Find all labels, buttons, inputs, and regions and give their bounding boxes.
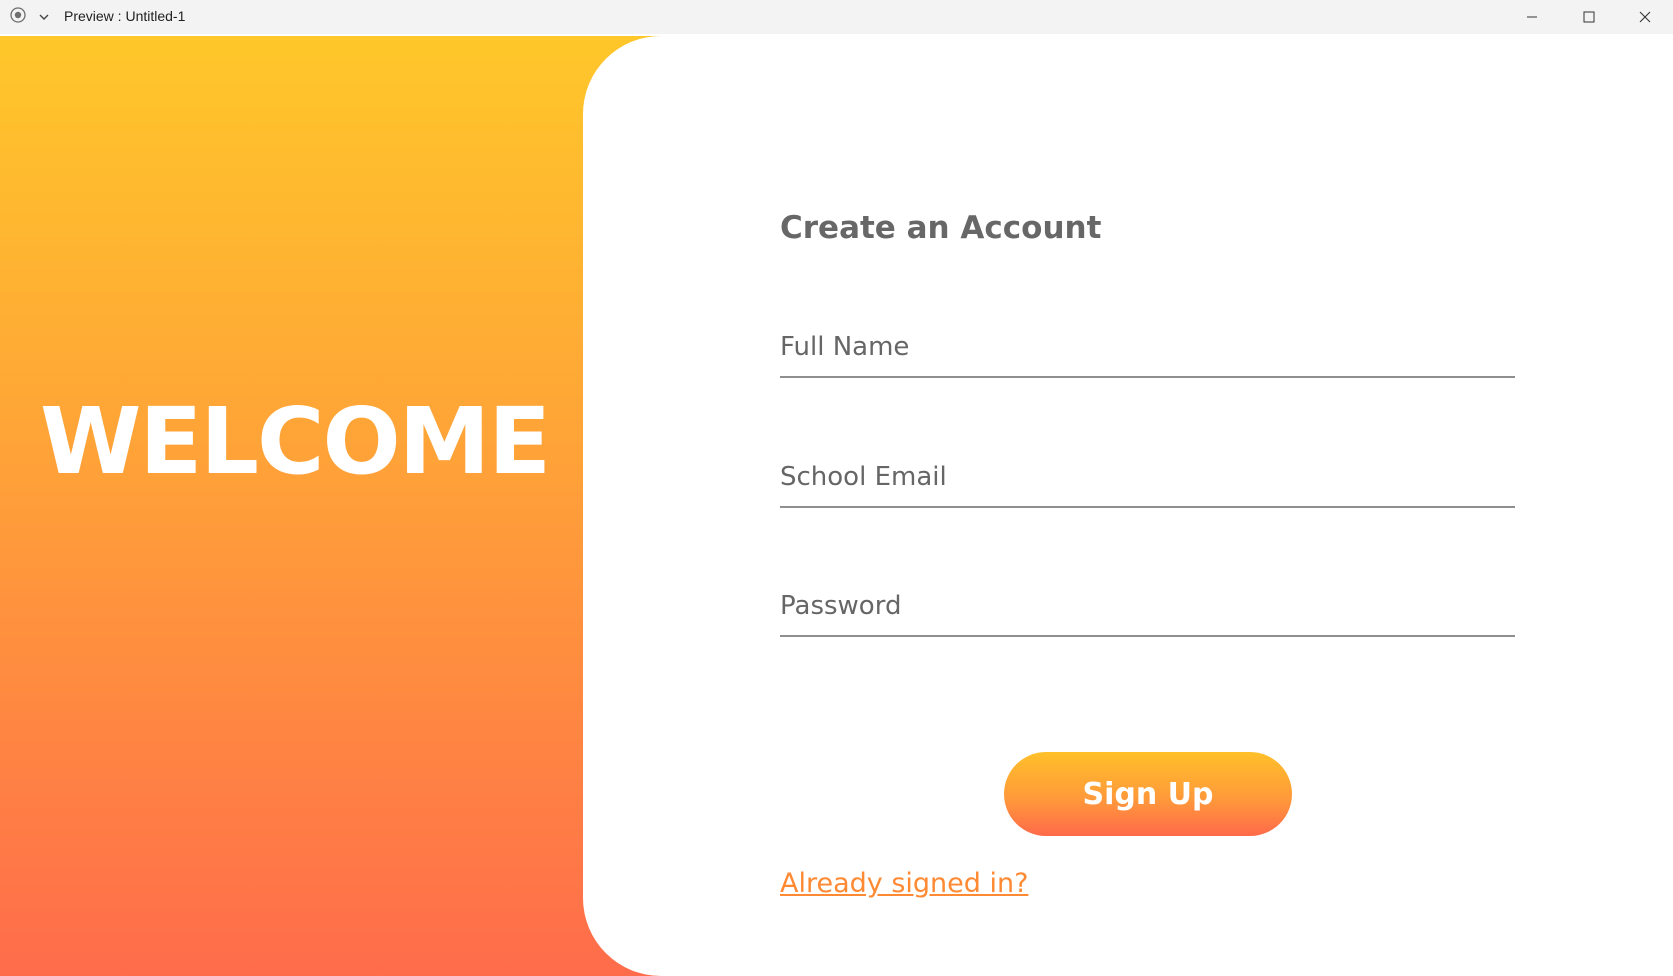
password-underline	[780, 635, 1515, 637]
title-bar: Preview : Untitled-1	[0, 0, 1673, 34]
form-heading: Create an Account	[780, 210, 1102, 246]
window-title: Preview : Untitled-1	[64, 8, 186, 24]
minimize-icon	[1526, 8, 1538, 27]
school-email-field	[780, 450, 1515, 508]
school-email-underline	[780, 506, 1515, 508]
password-input[interactable]	[780, 579, 1515, 633]
close-button[interactable]	[1617, 0, 1673, 34]
maximize-icon	[1583, 8, 1595, 27]
sign-up-button[interactable]: Sign Up	[1004, 752, 1292, 836]
preview-window: Preview : Untitled-1 WELCOME Create an A…	[0, 0, 1673, 976]
school-email-input[interactable]	[780, 450, 1515, 504]
full-name-underline	[780, 376, 1515, 378]
close-icon	[1639, 8, 1651, 27]
full-name-input[interactable]	[780, 320, 1515, 374]
maximize-button[interactable]	[1561, 0, 1617, 34]
password-field	[780, 579, 1515, 637]
minimize-button[interactable]	[1504, 0, 1560, 34]
welcome-heading: WELCOME	[40, 388, 551, 495]
full-name-field	[780, 320, 1515, 378]
record-circle-icon[interactable]	[10, 7, 26, 23]
chevron-down-icon[interactable]	[37, 9, 51, 23]
already-signed-in-link[interactable]: Already signed in?	[780, 868, 1028, 899]
